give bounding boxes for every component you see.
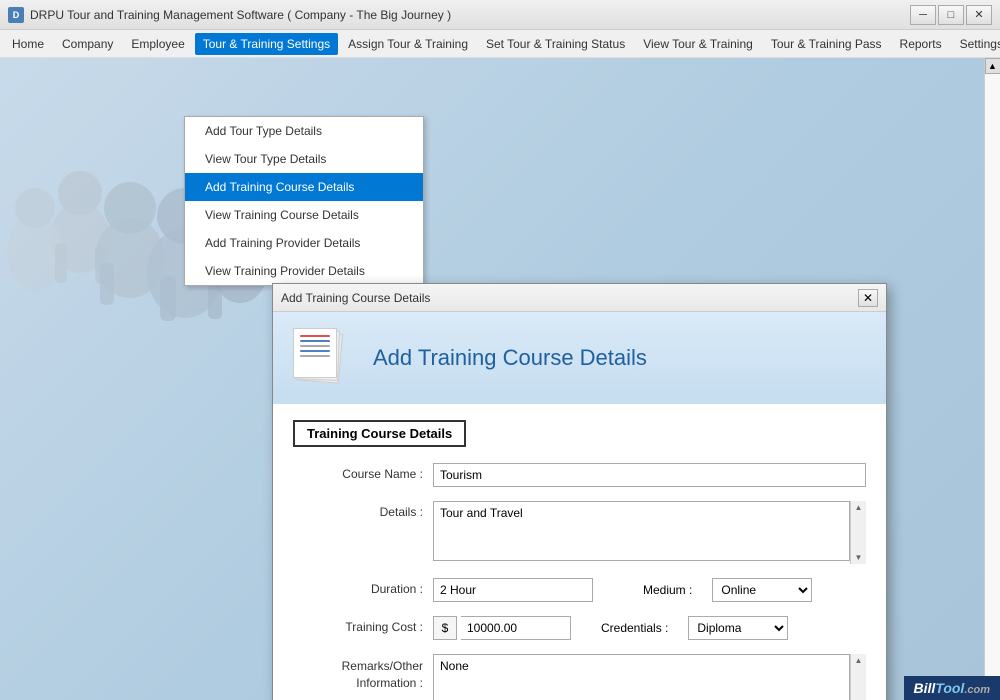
course-name-label: Course Name :	[293, 463, 433, 481]
details-scroll-up: ▲	[853, 501, 865, 514]
menu-set-tour-training-status[interactable]: Set Tour & Training Status	[478, 33, 633, 55]
training-cost-label: Training Cost :	[293, 616, 433, 634]
dropdown-menu: Add Tour Type Details View Tour Type Det…	[184, 116, 424, 286]
modal-close-button[interactable]: ✕	[858, 289, 878, 307]
details-scroll-down: ▼	[853, 551, 865, 564]
credentials-select[interactable]: Diploma Certificate Degree None	[688, 616, 788, 640]
app-title: DRPU Tour and Training Management Softwa…	[30, 8, 451, 22]
cost-credentials-control: $ Credentials : Diploma Certificate Degr…	[433, 616, 866, 640]
modal-header: Add Training Course Details	[273, 312, 886, 404]
menu-settings[interactable]: Settings	[952, 33, 1000, 55]
details-scrollbar: ▲ ▼	[850, 501, 866, 564]
remarks-label: Remarks/OtherInformation :	[293, 654, 433, 692]
menu-view-tour-training[interactable]: View Tour & Training	[635, 33, 761, 55]
remarks-row: Remarks/OtherInformation : None ▲ ▼	[293, 654, 866, 700]
remarks-scrollbar: ▲ ▼	[850, 654, 866, 700]
medium-label: Medium :	[643, 583, 692, 597]
details-textarea-wrapper: ▲ ▼	[433, 501, 866, 564]
scroll-track	[985, 74, 1000, 684]
billtool-watermark: BillTool.com	[904, 676, 1000, 700]
medium-select[interactable]: Online Offline Hybrid	[712, 578, 812, 602]
details-textarea[interactable]	[433, 501, 850, 561]
duration-label: Duration :	[293, 578, 433, 596]
remarks-textarea-wrapper: None ▲ ▼	[433, 654, 866, 700]
course-name-input[interactable]	[433, 463, 866, 487]
menu-assign-tour-training[interactable]: Assign Tour & Training	[340, 33, 476, 55]
modal-header-title: Add Training Course Details	[373, 345, 647, 371]
duration-medium-row: Duration : Medium : Online Offline Hybri…	[293, 578, 866, 602]
duration-medium-control: Medium : Online Offline Hybrid	[433, 578, 866, 602]
cost-group: $	[433, 616, 571, 640]
section-title: Training Course Details	[293, 420, 466, 447]
cost-credentials-row: Training Cost : $ Credentials : Diploma …	[293, 616, 866, 640]
close-button[interactable]: ✕	[966, 5, 992, 25]
cost-input[interactable]	[461, 616, 571, 640]
menu-company[interactable]: Company	[54, 33, 121, 55]
title-bar: D DRPU Tour and Training Management Soft…	[0, 0, 1000, 30]
dropdown-view-training-provider[interactable]: View Training Provider Details	[185, 257, 423, 285]
menu-tour-training-settings[interactable]: Tour & Training Settings	[195, 33, 338, 55]
remarks-textarea[interactable]: None	[433, 654, 850, 700]
details-label: Details :	[293, 501, 433, 519]
menu-tour-training-pass[interactable]: Tour & Training Pass	[763, 33, 890, 55]
right-scrollbar: ▲ ▼	[984, 58, 1000, 700]
watermark-bill: Bill	[914, 680, 936, 696]
dropdown-add-tour-type[interactable]: Add Tour Type Details	[185, 117, 423, 145]
menu-employee[interactable]: Employee	[123, 33, 192, 55]
modal-add-training-course: Add Training Course Details ✕ A	[272, 283, 887, 700]
details-row: Details : ▲ ▼	[293, 501, 866, 564]
watermark-com: .com	[964, 684, 990, 696]
menu-reports[interactable]: Reports	[892, 33, 950, 55]
main-area: ▲ ▼ Add Tour Type Details View Tour Type…	[0, 58, 1000, 700]
course-name-control	[433, 463, 866, 487]
maximize-button[interactable]: □	[938, 5, 964, 25]
dropdown-add-training-course[interactable]: Add Training Course Details	[185, 173, 423, 201]
watermark-tool: Tool	[935, 680, 964, 696]
menu-bar: Home Company Employee Tour & Training Se…	[0, 30, 1000, 58]
modal-title: Add Training Course Details	[281, 291, 430, 305]
documents-icon	[293, 328, 357, 388]
title-bar-controls: ─ □ ✕	[910, 5, 992, 25]
currency-symbol: $	[433, 616, 457, 640]
modal-content: Training Course Details Course Name : De…	[273, 404, 886, 700]
menu-home[interactable]: Home	[4, 33, 52, 55]
dropdown-view-tour-type[interactable]: View Tour Type Details	[185, 145, 423, 173]
remarks-scroll-up: ▲	[853, 654, 865, 667]
app-icon: D	[8, 7, 24, 23]
modal-titlebar: Add Training Course Details ✕	[273, 284, 886, 312]
course-name-row: Course Name :	[293, 463, 866, 487]
scroll-up-button[interactable]: ▲	[985, 58, 1000, 74]
dropdown-view-training-course[interactable]: View Training Course Details	[185, 201, 423, 229]
credentials-label: Credentials :	[601, 621, 668, 635]
dropdown-add-training-provider[interactable]: Add Training Provider Details	[185, 229, 423, 257]
minimize-button[interactable]: ─	[910, 5, 936, 25]
duration-input[interactable]	[433, 578, 593, 602]
